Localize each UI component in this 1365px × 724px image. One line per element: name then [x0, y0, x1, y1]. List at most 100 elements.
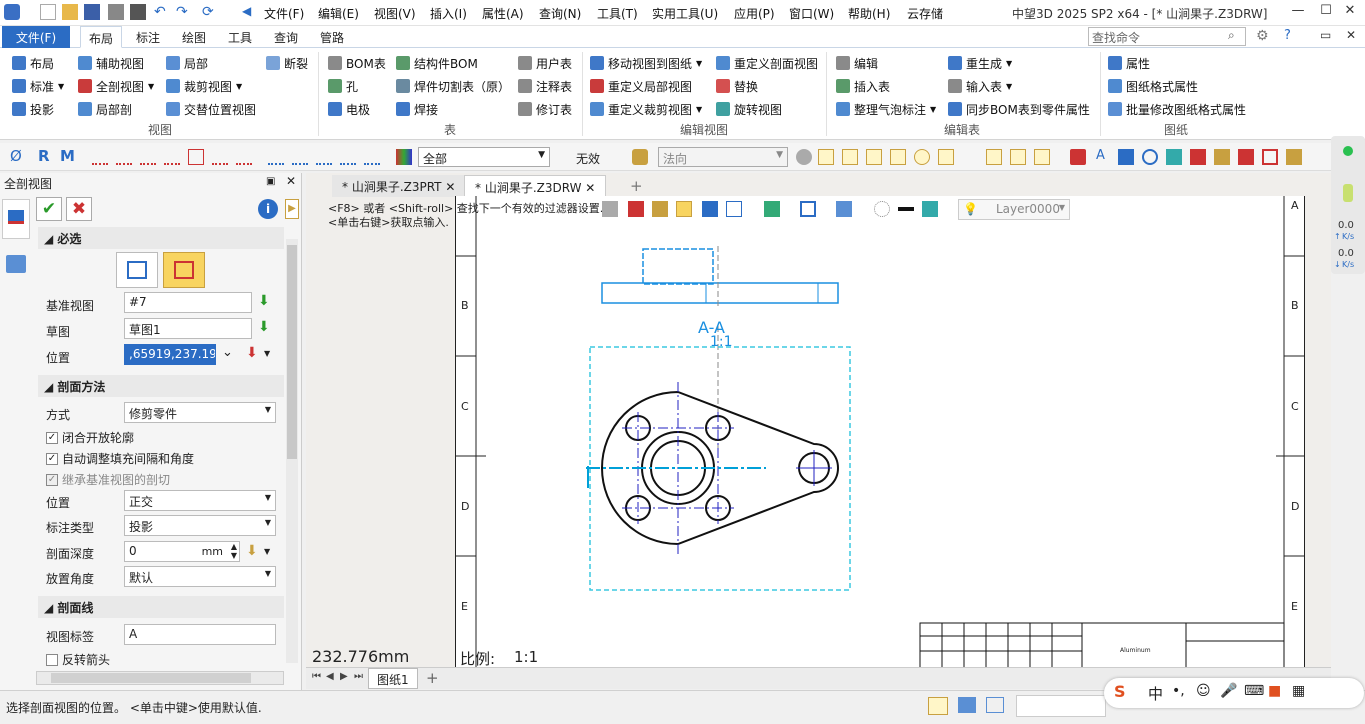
play-snap-icon[interactable]	[818, 149, 834, 165]
batch-modify-format-button[interactable]: 批量修改图纸格式属性	[1108, 99, 1246, 119]
display-mode-icon[interactable]	[764, 201, 780, 217]
pick-icon[interactable]	[632, 149, 648, 165]
pencil-icon[interactable]	[628, 201, 644, 217]
ime-voice-icon[interactable]: 🎤	[1220, 683, 1237, 699]
sheet-format-properties-button[interactable]: 图纸格式属性	[1108, 76, 1198, 96]
chevron-down-icon[interactable]: ▼	[264, 349, 270, 358]
tolerance-xxx-icon[interactable]	[164, 149, 180, 165]
menu-query[interactable]: 查询(N)	[539, 5, 581, 22]
add-sheet-icon[interactable]: +	[426, 669, 439, 687]
ime-more-icon[interactable]: ▦	[1292, 683, 1305, 699]
mode-select[interactable]: 修剪零件 ▼	[124, 402, 276, 423]
structure-bom-button[interactable]: 结构件BOM	[396, 53, 478, 73]
sheet-nav-prev-icon[interactable]: ◀	[326, 671, 334, 682]
break-view-button[interactable]: 断裂	[266, 53, 308, 73]
menu-help[interactable]: 帮助(H)	[848, 5, 890, 22]
snap-tangent-icon[interactable]	[1034, 149, 1050, 165]
ime-logo-icon[interactable]: S	[1114, 682, 1126, 701]
insert-table-button[interactable]: 插入表	[836, 76, 890, 96]
rotate-view-button[interactable]: 旋转视图	[716, 99, 782, 119]
section-view-boss[interactable]	[642, 248, 714, 285]
sheet-nav-next-icon[interactable]: ▶	[340, 671, 348, 682]
user-table-button[interactable]: 用户表	[518, 53, 572, 73]
decimal-xx-icon[interactable]	[292, 149, 308, 165]
tab-annotate[interactable]: 标注	[128, 26, 168, 48]
hole-table-button[interactable]: 孔	[328, 76, 358, 96]
decimal-xxx-icon[interactable]	[316, 149, 332, 165]
sheet-tab-1[interactable]: 图纸1	[368, 668, 418, 689]
section-line-header[interactable]: ◢ 剖面线	[38, 596, 284, 618]
redefine-section-view-button[interactable]: 重定义剖面视图	[716, 53, 818, 73]
menu-view[interactable]: 视图(V)	[374, 5, 416, 22]
ok-button[interactable]: ✔	[36, 197, 62, 221]
weld-cut-table-button[interactable]: 焊件切割表（原）	[396, 76, 510, 96]
scrollbar-thumb[interactable]	[51, 673, 251, 683]
sync-bom-button[interactable]: 同步BOM表到零件属性	[948, 99, 1090, 119]
layer-stack-icon[interactable]	[922, 201, 938, 217]
rotate-icon[interactable]	[1142, 149, 1158, 165]
section-active-icon[interactable]	[676, 201, 692, 217]
doc-close-icon[interactable]: ✕	[1346, 28, 1356, 42]
revision-table-button[interactable]: 修订表	[518, 99, 572, 119]
tab-layout[interactable]: 布局	[80, 26, 123, 48]
sheet-nav-first-icon[interactable]: ⏮	[312, 671, 321, 682]
position-pick-icon[interactable]: ⬇	[246, 345, 258, 361]
close-open-contour-checkbox[interactable]: ✓ 闭合开放轮廓	[46, 429, 134, 446]
replace-button[interactable]: 替换	[716, 76, 758, 96]
m-symbol-icon[interactable]: M	[60, 147, 75, 165]
layout-button[interactable]: 布局	[12, 53, 54, 73]
snap-curve-icon[interactable]	[986, 149, 1002, 165]
grid-icon[interactable]	[726, 201, 742, 217]
new-file-icon[interactable]	[40, 4, 56, 20]
pin-panel-icon[interactable]: ▣	[266, 176, 275, 187]
tool-icon[interactable]	[702, 201, 718, 217]
regenerate-button[interactable]: 重生成 ▼	[948, 53, 1012, 73]
snap-options-icon[interactable]	[836, 201, 852, 217]
close-icon[interactable]: ✕	[1340, 3, 1360, 21]
panel-horizontal-scrollbar[interactable]	[36, 671, 284, 685]
menu-cloud[interactable]: 云存储	[907, 5, 943, 22]
menu-window[interactable]: 窗口(W)	[789, 5, 834, 22]
angle-select[interactable]: 默认 ▼	[124, 566, 276, 587]
dashed-circle-icon[interactable]	[874, 201, 890, 217]
mirror-icon[interactable]	[1190, 149, 1206, 165]
search-icon[interactable]: ⌕	[1228, 28, 1235, 43]
filter-select[interactable]: 全部 ▼	[418, 147, 550, 167]
save-icon[interactable]	[84, 4, 100, 20]
standard-view-button[interactable]: 标准 ▼	[12, 76, 64, 96]
orientation-select[interactable]: 正交 ▼	[124, 490, 276, 511]
exit-icon[interactable]	[602, 201, 618, 217]
pin-icon[interactable]	[1214, 149, 1230, 165]
snap-arc-icon[interactable]	[1010, 149, 1026, 165]
flip-arrow-checkbox[interactable]: 反转箭头	[46, 651, 110, 668]
menu-utilities[interactable]: 实用工具(U)	[652, 5, 718, 22]
refresh-icon[interactable]: ⟳	[202, 4, 218, 20]
required-section-header[interactable]: ◢ 必选	[38, 227, 284, 249]
filter-icon[interactable]	[396, 149, 412, 165]
info-icon[interactable]: i	[258, 199, 278, 219]
line-weight-icon[interactable]	[898, 207, 914, 211]
display-icon[interactable]	[958, 697, 976, 713]
precision-xxxx-icon[interactable]	[116, 149, 132, 165]
inherit-cut-checkbox[interactable]: ✓ 继承基准视图的剖切	[46, 471, 170, 488]
base-view-pick-icon[interactable]: ⬇	[258, 293, 270, 309]
tab-draw[interactable]: 绘图	[174, 26, 214, 48]
ime-gift-icon[interactable]: ■	[1268, 683, 1281, 699]
snap-line-icon[interactable]	[866, 149, 882, 165]
depth-input[interactable]: 0 mm ▲ ▼	[124, 541, 240, 562]
scrollbar-thumb[interactable]	[287, 245, 297, 459]
ime-emoji-icon[interactable]: ☺	[1196, 683, 1211, 699]
partial-section-button[interactable]: 局部剖	[78, 99, 132, 119]
electrode-button[interactable]: 电极	[328, 99, 370, 119]
dim-type-select[interactable]: 投影 ▼	[124, 515, 276, 536]
sketch-field[interactable]: 草图1	[124, 318, 252, 339]
tab-query[interactable]: 查询	[266, 26, 306, 48]
transform-icon[interactable]	[1166, 149, 1182, 165]
redefine-crop-view-button[interactable]: 重定义裁剪视图 ▼	[590, 99, 702, 119]
diameter-icon[interactable]: Ø	[10, 147, 22, 165]
menu-tools[interactable]: 工具(T)	[597, 5, 638, 22]
properties-button[interactable]: 属性	[1108, 53, 1150, 73]
pen-icon[interactable]	[1238, 149, 1254, 165]
redefine-detail-view-button[interactable]: 重定义局部视图	[590, 76, 692, 96]
expand-options-icon[interactable]: ⌄	[222, 345, 233, 360]
